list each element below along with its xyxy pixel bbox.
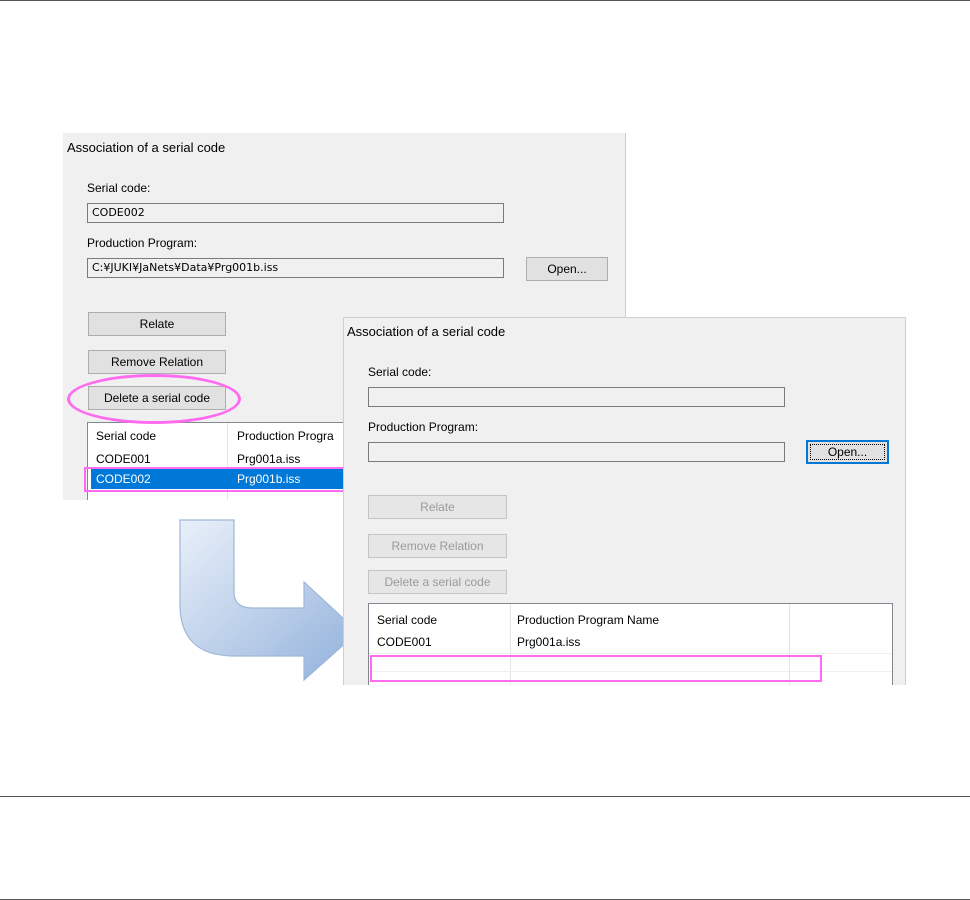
relate-button[interactable]: Relate (368, 495, 507, 519)
selected-row-highlight (84, 467, 354, 492)
delete-serial-code-button[interactable]: Delete a serial code (368, 570, 507, 594)
production-program-field[interactable]: C:¥JUKI¥JaNets¥Data¥Prg001b.iss (87, 258, 504, 278)
open-button-label: Open... (547, 262, 587, 276)
serial-code-label: Serial code: (87, 181, 151, 195)
column-header-serial-code[interactable]: Serial code (91, 426, 227, 446)
production-program-field[interactable] (368, 442, 785, 462)
open-button-label: Open... (827, 445, 868, 459)
relate-button-label: Relate (420, 500, 455, 514)
list-item-serial[interactable]: CODE001 (91, 449, 227, 469)
serial-code-field[interactable]: CODE002 (87, 203, 504, 223)
dialog-title: Association of a serial code (67, 140, 226, 155)
column-header-production-program-name[interactable]: Production Program Name (512, 610, 789, 630)
production-program-label: Production Program: (368, 420, 479, 434)
relate-button[interactable]: Relate (88, 312, 226, 336)
dialog-after: Association of a serial code Serial code… (343, 317, 906, 685)
top-rule (0, 0, 970, 1)
column-header-serial-code[interactable]: Serial code (372, 610, 510, 630)
list-item-serial[interactable]: CODE001 (372, 632, 510, 652)
list-item-program[interactable]: Prg001a.iss (512, 632, 789, 652)
removed-row-highlight (370, 655, 822, 682)
delete-serial-code-button-label: Delete a serial code (384, 575, 491, 589)
delete-button-highlight (67, 374, 241, 424)
section-rule (0, 796, 970, 797)
serial-code-label: Serial code: (368, 365, 432, 379)
remove-relation-button[interactable]: Remove Relation (88, 350, 226, 374)
open-button[interactable]: Open... (526, 257, 608, 281)
serial-code-field[interactable] (368, 387, 785, 407)
production-program-label: Production Program: (87, 236, 198, 250)
dialog-title: Association of a serial code (347, 324, 506, 339)
relate-button-label: Relate (139, 317, 175, 331)
row-divider (369, 653, 892, 654)
open-button[interactable]: Open... (806, 440, 889, 464)
remove-relation-button-label: Remove Relation (110, 355, 204, 369)
remove-relation-button[interactable]: Remove Relation (368, 534, 507, 558)
transition-arrow-icon (179, 519, 359, 682)
remove-relation-button-label: Remove Relation (391, 539, 484, 553)
